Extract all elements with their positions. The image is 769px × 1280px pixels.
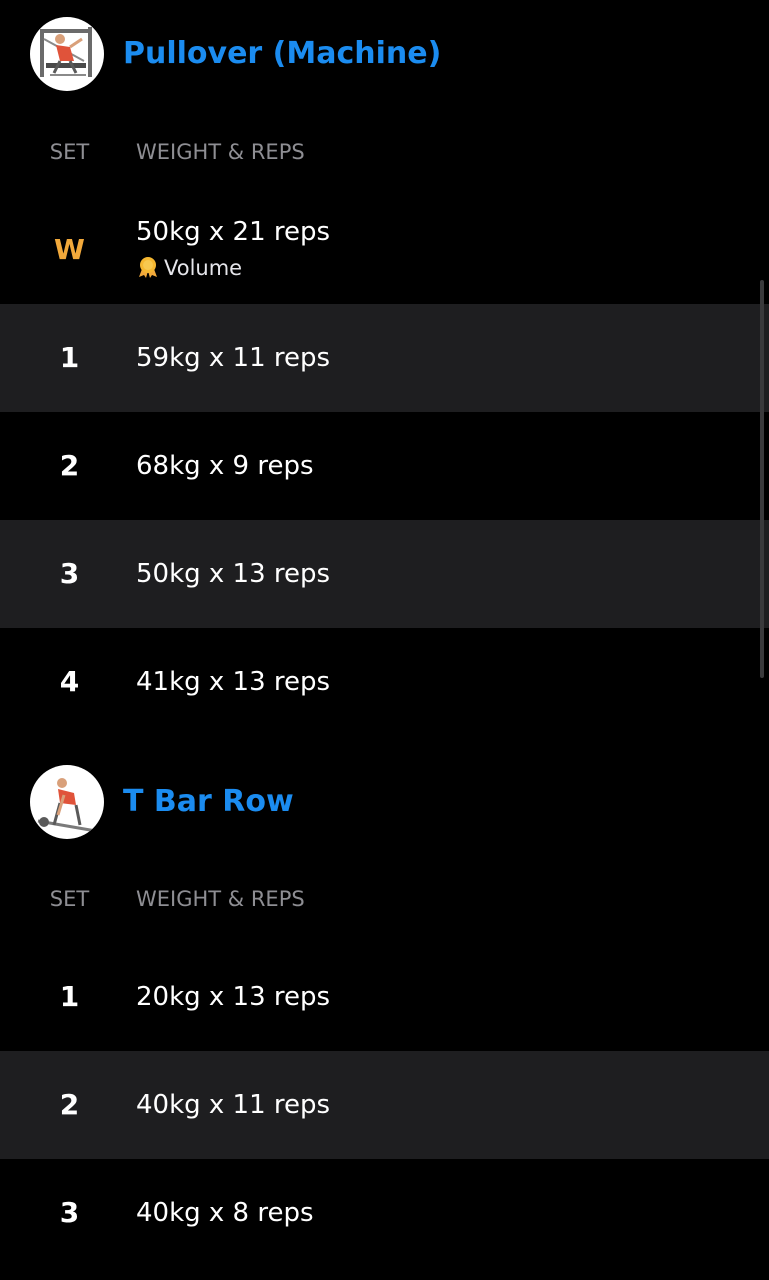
set-row: 3 40kg x 8 reps	[0, 1159, 769, 1267]
set-column-header: SET	[49, 140, 90, 164]
column-headers: SET WEIGHT & REPS	[0, 879, 769, 919]
set-number: 2	[59, 449, 80, 482]
exercise-title[interactable]: T Bar Row	[123, 765, 294, 839]
pr-badge-label: Volume	[164, 256, 243, 280]
set-column-header: SET	[49, 887, 90, 911]
set-weight-reps: 68kg x 9 reps	[136, 451, 314, 481]
set-number: 4	[59, 665, 80, 698]
set-number: 1	[59, 341, 80, 374]
set-weight-reps: 40kg x 11 reps	[136, 1090, 331, 1120]
column-headers: SET WEIGHT & REPS	[0, 132, 769, 172]
pullover-machine-icon[interactable]	[30, 17, 104, 91]
set-row: 1 59kg x 11 reps	[0, 304, 769, 412]
medal-icon	[139, 257, 157, 278]
set-weight-reps: 41kg x 13 reps	[136, 667, 331, 697]
exercise-header[interactable]: T Bar Row	[0, 765, 769, 841]
weight-reps-column-header: WEIGHT & REPS	[136, 140, 305, 164]
set-number: 3	[59, 1196, 80, 1229]
pr-badge: Volume	[136, 253, 242, 283]
set-row: 4 41kg x 13 reps	[0, 628, 769, 736]
set-weight-reps: 20kg x 13 reps	[136, 982, 331, 1012]
set-number: 3	[59, 557, 80, 590]
set-number: 2	[59, 1088, 80, 1121]
set-row: 2 40kg x 11 reps	[0, 1051, 769, 1159]
weight-reps-column-header: WEIGHT & REPS	[136, 887, 305, 911]
set-row: W 50kg x 21 reps Volume	[0, 196, 769, 304]
set-weight-reps: 50kg x 13 reps	[136, 559, 331, 589]
exercise-title[interactable]: Pullover (Machine)	[123, 17, 441, 91]
set-row: 2 68kg x 9 reps	[0, 412, 769, 520]
exercise-header[interactable]: Pullover (Machine)	[0, 17, 769, 93]
set-row: 3 50kg x 13 reps	[0, 520, 769, 628]
set-weight-reps: 59kg x 11 reps	[136, 343, 331, 373]
set-number: W	[54, 233, 85, 266]
set-number: 1	[59, 980, 80, 1013]
scrollbar[interactable]	[760, 280, 764, 678]
t-bar-row-icon[interactable]	[30, 765, 104, 839]
set-weight-reps: 50kg x 21 reps	[136, 217, 331, 247]
set-weight-reps: 40kg x 8 reps	[136, 1198, 314, 1228]
set-row: 1 20kg x 13 reps	[0, 943, 769, 1051]
